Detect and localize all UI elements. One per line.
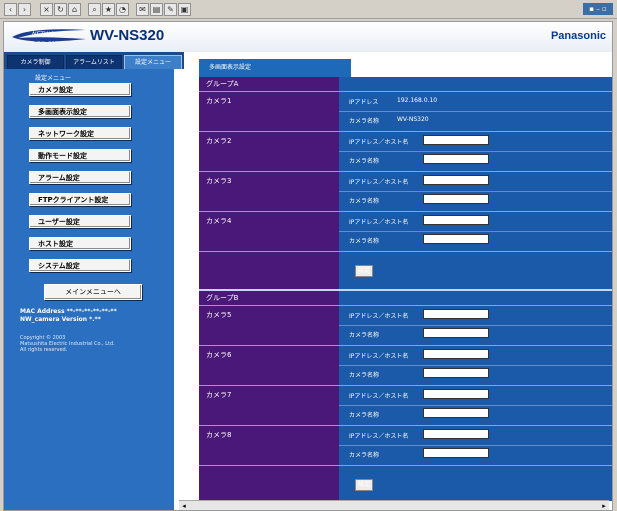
home-icon[interactable]: ⌂ [68, 3, 81, 16]
camera-name-label: カメラ名称 [349, 158, 380, 165]
svg-text:NETWORK: NETWORK [32, 31, 64, 38]
menu-alarm-settings[interactable]: アラーム設定 [29, 171, 131, 184]
brand-logo: Panasonic [550, 30, 606, 42]
browser-toolbar: ‹ › × ↻ ⌂ ⌕ ★ ◔ ✉ ▤ ✎ ▣ ▪ – ▫ [0, 0, 617, 19]
menu-system-settings[interactable]: システム設定 [29, 259, 131, 272]
menu-host-settings[interactable]: ホスト設定 [29, 237, 131, 250]
group-b-set-row: 設定 [199, 466, 612, 501]
content-tab: 多画面表示設定 [199, 59, 351, 77]
camera-3-ip-input[interactable] [423, 175, 489, 185]
main-menu-button[interactable]: メインメニューへ [44, 284, 142, 300]
page: NETWORK CAMERA WV-NS320 Panasonic カメラ制御 … [3, 21, 613, 511]
menu-ftp-client-settings[interactable]: FTPクライアント設定 [29, 193, 131, 206]
mail-icon[interactable]: ✉ [136, 3, 149, 16]
print-icon[interactable]: ▤ [150, 3, 163, 16]
model-name: WV-NS320 [90, 27, 165, 44]
camera-name-label: カメラ名称 [349, 198, 380, 205]
group-b-set-button[interactable]: 設定 [355, 479, 373, 491]
camera-6-label: カメラ6 [199, 346, 339, 385]
camera-8-name-input[interactable] [423, 448, 489, 458]
refresh-icon[interactable]: ↻ [54, 3, 67, 16]
scroll-right-icon[interactable]: ▸ [599, 501, 609, 510]
header: NETWORK CAMERA WV-NS320 Panasonic [4, 22, 612, 52]
camera-7-name-input[interactable] [423, 408, 489, 418]
ip-host-label: IPアドレス／ホスト名 [349, 313, 409, 320]
group-a-set-row: 設定 [199, 252, 612, 289]
stop-icon[interactable]: × [40, 3, 53, 16]
history-icon[interactable]: ◔ [116, 3, 129, 16]
sidebar-title: 設定メニュー [35, 75, 72, 82]
camera-3-name-input[interactable] [423, 194, 489, 204]
camera-6-ip-input[interactable] [423, 349, 489, 359]
ip-host-label: IPアドレス／ホスト名 [349, 353, 409, 360]
search-icon[interactable]: ⌕ [88, 3, 101, 16]
group-b-header: グループB [199, 291, 612, 305]
horizontal-scrollbar[interactable]: ◂ ▸ [179, 500, 609, 510]
window-controls[interactable]: ▪ – ▫ [583, 3, 613, 15]
camera-1-ip-value: 192.168.0.10 [397, 97, 438, 104]
group-a-set-button[interactable]: 設定 [355, 265, 373, 277]
tab-settings-menu[interactable]: 設定メニュー [124, 55, 182, 70]
camera-name-label: カメラ名称 [349, 332, 380, 339]
scroll-left-icon[interactable]: ◂ [179, 501, 189, 510]
ip-host-label: IPアドレス／ホスト名 [349, 219, 409, 226]
group-b-label: グループB [199, 291, 339, 305]
camera-2-ip-input[interactable] [423, 135, 489, 145]
spacer [174, 69, 199, 510]
camera-7-label: カメラ7 [199, 386, 339, 425]
menu-camera-settings[interactable]: カメラ設定 [29, 83, 131, 96]
camera-1-ip-label: IPアドレス [349, 99, 379, 106]
favorites-icon[interactable]: ★ [102, 3, 115, 16]
camera-2-name-input[interactable] [423, 154, 489, 164]
svg-text:CAMERA: CAMERA [34, 38, 56, 44]
camera-7-ip-input[interactable] [423, 389, 489, 399]
camera-6-name-input[interactable] [423, 368, 489, 378]
camera-1-name-label: カメラ名称 [349, 118, 380, 125]
tab-alarm-list[interactable]: アラームリスト [66, 55, 122, 70]
menu-multiscreen-settings[interactable]: 多画面表示設定 [29, 105, 131, 118]
ip-host-label: IPアドレス／ホスト名 [349, 179, 409, 186]
ip-host-label: IPアドレス／ホスト名 [349, 393, 409, 400]
camera-2-label: カメラ2 [199, 132, 339, 171]
edit-icon[interactable]: ✎ [164, 3, 177, 16]
copyright: Copyright © 2003 Matsushita Electric Ind… [20, 335, 115, 353]
camera-4-name-input[interactable] [423, 234, 489, 244]
menu-network-settings[interactable]: ネットワーク設定 [29, 127, 131, 140]
camera-8-ip-input[interactable] [423, 429, 489, 439]
group-a-label: グループA [199, 77, 339, 91]
camera-1-name-value: WV-NS320 [397, 116, 429, 123]
camera-name-label: カメラ名称 [349, 372, 380, 379]
camera-8-label: カメラ8 [199, 426, 339, 465]
tab-camera-control[interactable]: カメラ制御 [7, 55, 64, 70]
back-icon[interactable]: ‹ [4, 3, 17, 16]
menu-operation-mode-settings[interactable]: 動作モード設定 [29, 149, 131, 162]
ip-host-label: IPアドレス／ホスト名 [349, 433, 409, 440]
sidebar: 設定メニュー カメラ設定 多画面表示設定 ネットワーク設定 動作モード設定 アラ… [4, 69, 174, 510]
main-tabs: カメラ制御 アラームリスト 設定メニュー [4, 52, 184, 70]
ip-host-label: IPアドレス／ホスト名 [349, 139, 409, 146]
camera-5-name-input[interactable] [423, 328, 489, 338]
camera-name-label: カメラ名称 [349, 452, 380, 459]
camera-4-ip-input[interactable] [423, 215, 489, 225]
camera-name-label: カメラ名称 [349, 238, 380, 245]
forward-icon[interactable]: › [18, 3, 31, 16]
camera-3-label: カメラ3 [199, 172, 339, 211]
group-a-header: グループA [199, 77, 612, 91]
camera-name-label: カメラ名称 [349, 412, 380, 419]
menu-user-settings[interactable]: ユーザー設定 [29, 215, 131, 228]
camera-5-ip-input[interactable] [423, 309, 489, 319]
mac-address: MAC Address **-**-**-**-**-** NW_camera … [20, 308, 117, 323]
camera-5-label: カメラ5 [199, 306, 339, 345]
network-camera-logo: NETWORK CAMERA [12, 29, 86, 44]
camera-4-label: カメラ4 [199, 212, 339, 251]
discuss-icon[interactable]: ▣ [178, 3, 191, 16]
multiscreen-settings-panel: グループA カメラ1 IPアドレス 192.168.0.10 カメラ名称 WV-… [199, 77, 612, 501]
camera-1-label: カメラ1 [199, 92, 339, 131]
